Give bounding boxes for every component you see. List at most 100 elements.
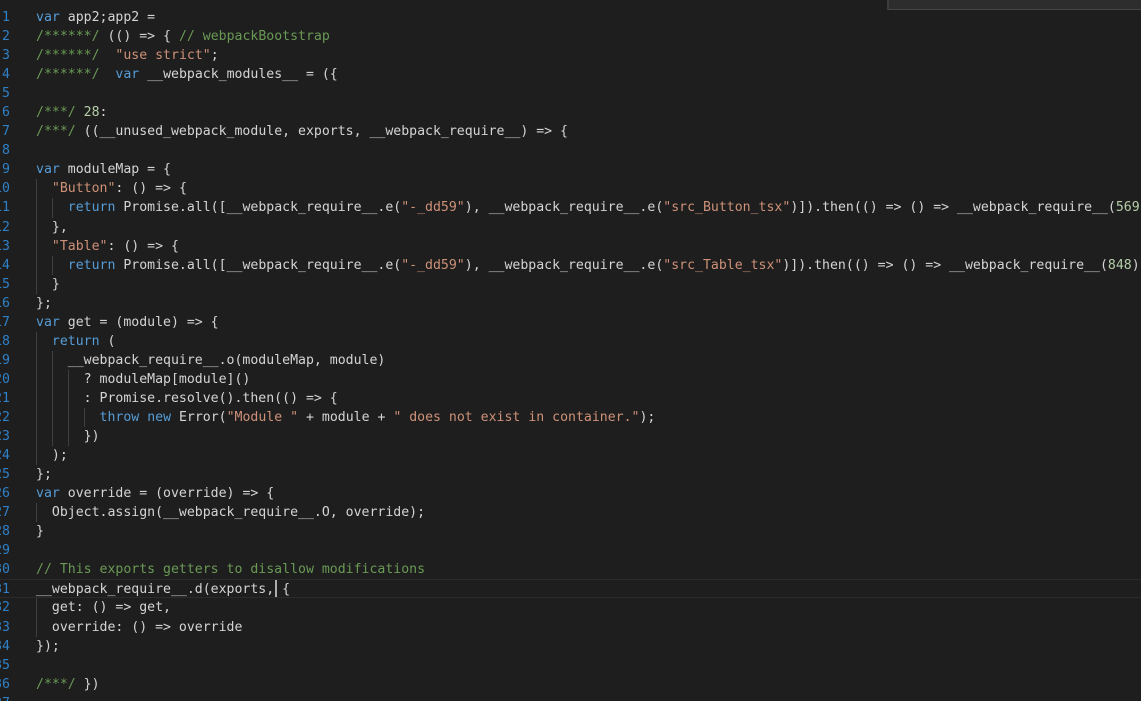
line-text: /******/ "use strict"; (36, 46, 219, 65)
code-line[interactable]: 11 return Promise.all([__webpack_require… (0, 198, 1141, 218)
line-number: 11 (0, 200, 10, 216)
line-number: 34 (0, 638, 10, 654)
code-line[interactable]: 1 var app2;app2 = (0, 8, 1141, 27)
indent-guide (36, 255, 37, 275)
code-line[interactable]: 4 /******/ var __webpack_modules__ = ({ (0, 65, 1141, 84)
line-text: ); (36, 446, 68, 465)
code-line[interactable]: 18 return ( (0, 331, 1141, 351)
code-token: __webpack_modules__ = ({ (139, 67, 338, 83)
line-number: 17 (0, 314, 10, 330)
line-number: 26 (0, 486, 10, 502)
indent-guide (51, 388, 53, 408)
code-line[interactable]: 5 (0, 84, 1141, 103)
code-token: "-_dd59" (401, 200, 465, 216)
indent-guide (36, 236, 37, 256)
line-number: 25 (0, 467, 10, 483)
code-token: "Module " (226, 409, 299, 425)
line-number: 14 (0, 257, 10, 273)
code-token: " does not exist in container." (393, 409, 640, 425)
line-text: }; (36, 294, 52, 313)
code-token: return (67, 257, 116, 273)
editor-widget-strip (887, 0, 1141, 10)
line-number: 28 (0, 524, 10, 540)
indent-guide (83, 407, 85, 428)
code-line[interactable]: 27 Object.assign(__webpack_require__.O, … (0, 503, 1141, 523)
code-line[interactable]: 28} (0, 522, 1141, 541)
code-token: app2;app2 = (59, 10, 156, 25)
code-token: var (36, 314, 60, 330)
code-token: /***/ (36, 124, 76, 140)
code-line[interactable]: 30 // This exports getters to disallow mo… (0, 560, 1141, 579)
code-line[interactable]: 17 var get = (module) => { (0, 313, 1141, 332)
line-number: 22 (0, 409, 10, 425)
code-line[interactable]: 31 __webpack_require__.d(exports, { (0, 579, 1141, 599)
indent-guide (36, 617, 37, 637)
code-line[interactable]: 20 ? moduleMap[module]() (0, 369, 1141, 389)
code-token: throw (99, 409, 140, 425)
line-text: /***/ ((__unused_webpack_module, exports… (36, 122, 568, 141)
code-area[interactable]: 1 var app2;app2 = 2 /******/ (() => { // we… (0, 0, 1141, 701)
indent-guide (36, 350, 37, 370)
code-token: new (147, 409, 172, 425)
code-editor[interactable]: 1 var app2;app2 = 2 /******/ (() => { // we… (0, 0, 1141, 701)
code-token: get = (module) => { (59, 314, 219, 330)
code-line[interactable]: 34}); (0, 637, 1141, 656)
line-text: __webpack_require__.o(moduleMap, module) (36, 351, 386, 370)
line-number: 27 (0, 505, 10, 521)
code-token: : Promise.resolve().then(() => { (36, 390, 338, 406)
code-token: override = (override) => { (59, 486, 275, 502)
line-number: 16 (0, 295, 10, 311)
code-line[interactable]: 2 /******/ (() => { // webpackBootstrap (0, 27, 1141, 46)
line-text: __webpack_require__.d(exports, { (36, 580, 290, 599)
code-line[interactable]: 16}; (0, 294, 1141, 313)
line-text: Object.assign(__webpack_require__.O, ove… (36, 503, 425, 522)
line-number: 20 (0, 371, 10, 387)
code-token: /***/ (36, 676, 76, 692)
code-line[interactable]: 21 : Promise.resolve().then(() => { (0, 388, 1141, 408)
code-line[interactable]: 36 /***/ }) (0, 675, 1141, 694)
code-line[interactable]: 12 }, (0, 217, 1141, 237)
code-token: /***/ (36, 105, 76, 121)
code-line[interactable]: 32 get: () => get, (0, 598, 1141, 618)
code-token: ); (36, 448, 68, 464)
code-line[interactable]: 6 /***/ 28: (0, 103, 1141, 122)
code-line[interactable]: 37 (0, 694, 1141, 701)
code-token: 848 (1107, 257, 1132, 273)
code-token: )]).then(() => () => __webpack_require__… (790, 200, 1116, 216)
code-line[interactable]: 35 (0, 656, 1141, 675)
indent-guide (36, 446, 37, 466)
line-text: /***/ 28: (36, 103, 108, 122)
line-number: 35 (0, 657, 10, 673)
indent-guide (36, 407, 37, 428)
code-token: Error( (171, 409, 227, 425)
code-token: Promise.all([__webpack_require__.e( (115, 200, 402, 216)
indent-guide (67, 388, 69, 408)
code-line[interactable]: 29 (0, 541, 1141, 560)
code-line[interactable]: 7 /***/ ((__unused_webpack_module, export… (0, 122, 1141, 141)
line-number: 15 (0, 276, 10, 292)
code-line[interactable]: 23 }) (0, 427, 1141, 447)
line-text: var app2;app2 = (36, 8, 155, 27)
code-token: (() => { (99, 29, 179, 45)
code-line[interactable]: 15 } (0, 274, 1141, 294)
code-line[interactable]: 19 __webpack_require__.o(moduleMap, modu… (0, 350, 1141, 370)
code-line[interactable]: 22 throw new Error("Module " + module + … (0, 407, 1141, 428)
code-line[interactable]: 24 ); (0, 446, 1141, 466)
code-line[interactable]: 14 return Promise.all([__webpack_require… (0, 255, 1141, 275)
code-line[interactable]: 25}; (0, 465, 1141, 484)
code-line[interactable]: 26 var override = (override) => { (0, 484, 1141, 503)
code-line[interactable]: 8 (0, 141, 1141, 160)
code-token: /******/ (36, 29, 100, 45)
code-line[interactable]: 3 /******/ "use strict"; (0, 46, 1141, 65)
code-line[interactable]: 10 "Button": () => { (0, 179, 1141, 199)
line-number: 12 (0, 219, 10, 235)
code-token: }; (36, 295, 52, 311)
code-token: ), __webpack_require__.e( (464, 200, 664, 216)
line-number: 23 (0, 429, 10, 445)
code-line[interactable]: 13 "Table": () => { (0, 236, 1141, 256)
code-line[interactable]: 9 var moduleMap = { (0, 160, 1141, 179)
code-token: return (67, 200, 116, 216)
code-line[interactable]: 33 override: () => override (0, 617, 1141, 637)
